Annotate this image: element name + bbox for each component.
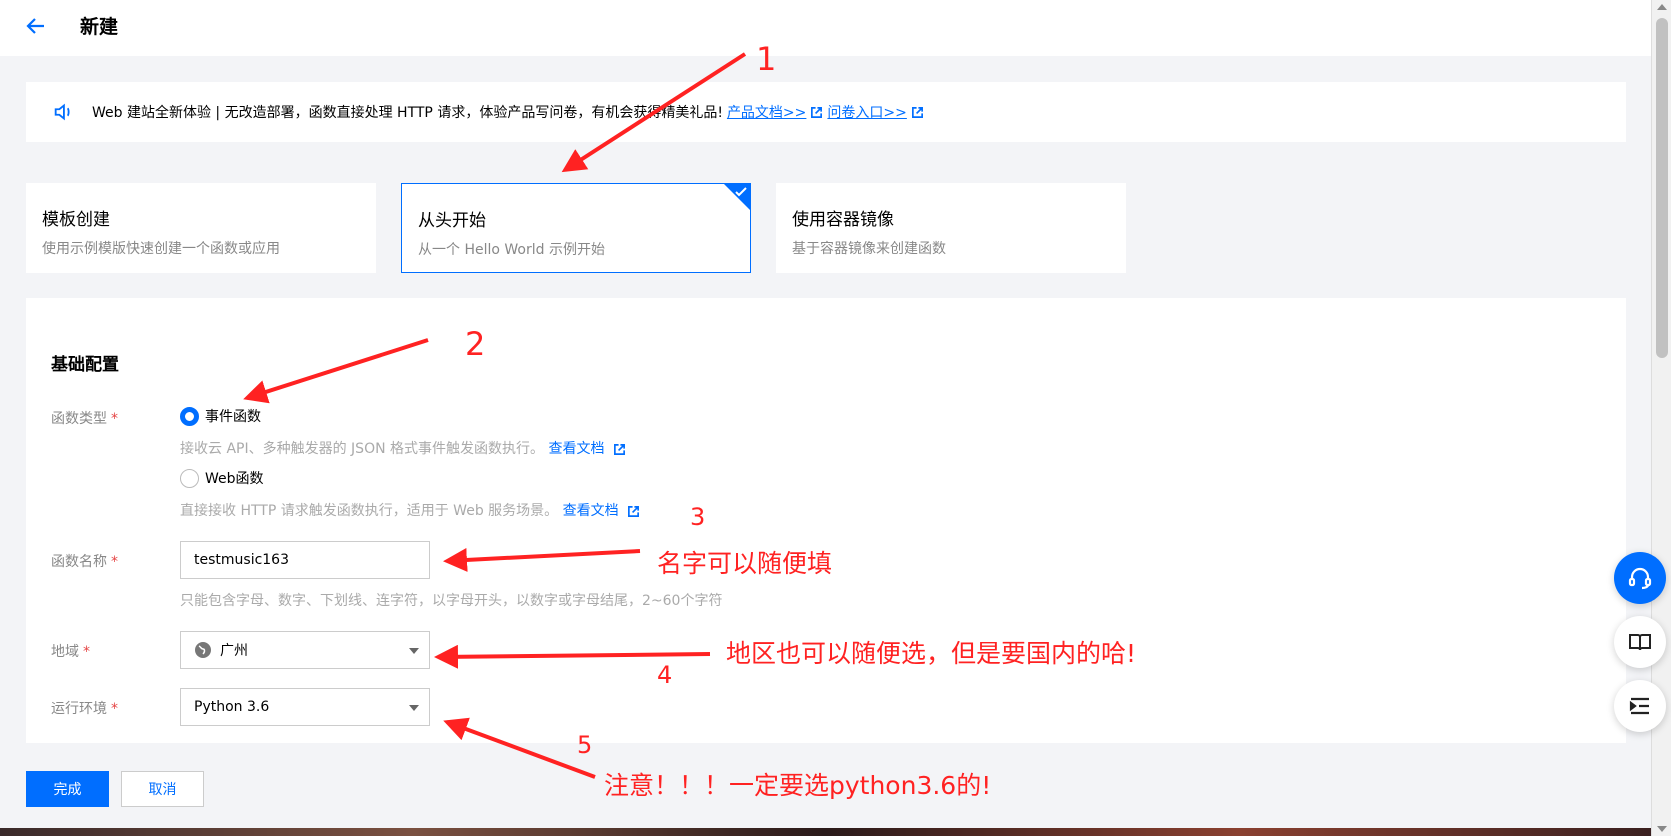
annotation-number-2: 2: [465, 325, 486, 363]
list-indent-icon: [1629, 697, 1649, 715]
annotation-number-4: 4: [657, 661, 673, 689]
select-value: Python 3.6: [194, 699, 270, 715]
speaker-icon: [54, 103, 70, 121]
card-title: 从头开始: [418, 211, 486, 231]
region-label: 地域 *: [51, 644, 90, 660]
external-link-icon: [811, 106, 823, 118]
survey-link[interactable]: 问卷入口>>: [827, 102, 906, 122]
product-docs-link[interactable]: 产品文档>>: [727, 102, 806, 122]
radio-label: 事件函数: [205, 409, 261, 425]
help-text: 直接接收 HTTP 请求触发函数执行，适用于 Web 服务场景。: [180, 503, 559, 519]
desktop-background-strip: [0, 828, 1651, 836]
scrollbar-thumb[interactable]: [1656, 18, 1668, 358]
function-name-help: 只能包含字母、数字、下划线、连字符，以字母开头，以数字或字母结尾，2~60个字符: [180, 593, 723, 609]
external-link-icon: [628, 505, 640, 517]
input-value: testmusic163: [194, 552, 289, 568]
chevron-down-icon: [409, 648, 419, 654]
section-title: 基础配置: [51, 355, 119, 375]
globe-icon: [195, 642, 211, 658]
event-function-help: 接收云 API、多种触发器的 JSON 格式事件触发函数执行。 查看文档: [180, 438, 626, 458]
cancel-button[interactable]: 取消: [121, 771, 204, 807]
scroll-up-icon[interactable]: [1657, 4, 1667, 10]
annotation-text-3: 名字可以随便填: [657, 549, 833, 578]
notice-bar: Web 建站全新体验 | 无改造部署，函数直接处理 HTTP 请求，体验产品写问…: [26, 82, 1626, 142]
help-text: 接收云 API、多种触发器的 JSON 格式事件触发函数执行。: [180, 441, 545, 457]
card-desc: 从一个 Hello World 示例开始: [418, 242, 605, 258]
headset-icon: [1628, 567, 1652, 590]
basic-config-panel: 基础配置 函数类型 * 事件函数 接收云 API、多种触发器的 JSON 格式事件…: [26, 298, 1626, 743]
radio-label: Web函数: [205, 471, 264, 487]
customer-service-button[interactable]: [1614, 552, 1666, 604]
book-icon: [1629, 634, 1651, 651]
docs-float-button[interactable]: [1614, 616, 1666, 668]
scroll-down-icon[interactable]: [1657, 826, 1667, 832]
function-type-label: 函数类型 *: [51, 411, 118, 427]
external-link-icon: [613, 443, 625, 455]
check-icon: [735, 187, 747, 197]
card-from-scratch[interactable]: 从头开始 从一个 Hello World 示例开始: [401, 183, 751, 273]
required-mark: *: [111, 554, 118, 570]
required-mark: *: [111, 411, 118, 427]
view-docs-link[interactable]: 查看文档: [563, 503, 619, 519]
done-button[interactable]: 完成: [26, 771, 109, 807]
card-title: 使用容器镜像: [792, 210, 894, 230]
chevron-down-icon: [409, 705, 419, 711]
required-mark: *: [83, 644, 90, 660]
card-desc: 使用示例模版快速创建一个函数或应用: [42, 241, 280, 257]
function-name-input[interactable]: testmusic163: [180, 541, 430, 579]
card-desc: 基于容器镜像来创建函数: [792, 241, 946, 257]
outline-float-button[interactable]: [1614, 680, 1666, 732]
notice-text: Web 建站全新体验 | 无改造部署，函数直接处理 HTTP 请求，体验产品写问…: [92, 105, 723, 121]
web-function-help: 直接接收 HTTP 请求触发函数执行，适用于 Web 服务场景。 查看文档: [180, 500, 640, 520]
radio-unchecked-icon[interactable]: [180, 468, 199, 488]
annotation-number-1: 1: [756, 40, 777, 78]
annotation-text-5: 注意！！！一定要选python3.6的!: [604, 771, 992, 800]
runtime-select[interactable]: Python 3.6: [180, 688, 430, 726]
card-title: 模板创建: [42, 210, 110, 230]
page-title: 新建: [80, 16, 119, 38]
radio-web-function[interactable]: Web函数: [180, 468, 264, 488]
region-select[interactable]: 广州: [180, 631, 430, 669]
function-name-label: 函数名称 *: [51, 554, 118, 570]
select-value: 广州: [220, 643, 248, 659]
card-template-create[interactable]: 模板创建 使用示例模版快速创建一个函数或应用: [26, 183, 376, 273]
annotation-number-5: 5: [577, 731, 593, 759]
radio-event-function[interactable]: 事件函数: [180, 406, 261, 426]
page-header: 新建: [0, 0, 1651, 56]
required-mark: *: [111, 701, 118, 717]
runtime-label: 运行环境 *: [51, 701, 118, 717]
back-arrow-icon[interactable]: [24, 14, 48, 38]
card-container-image[interactable]: 使用容器镜像 基于容器镜像来创建函数: [776, 183, 1126, 273]
external-link-icon: [911, 106, 923, 118]
annotation-text-4: 地区也可以随便选，但是要国内的哈!: [726, 639, 1137, 668]
radio-checked-icon[interactable]: [180, 406, 199, 426]
view-docs-link[interactable]: 查看文档: [548, 441, 604, 457]
annotation-number-3: 3: [690, 503, 706, 531]
